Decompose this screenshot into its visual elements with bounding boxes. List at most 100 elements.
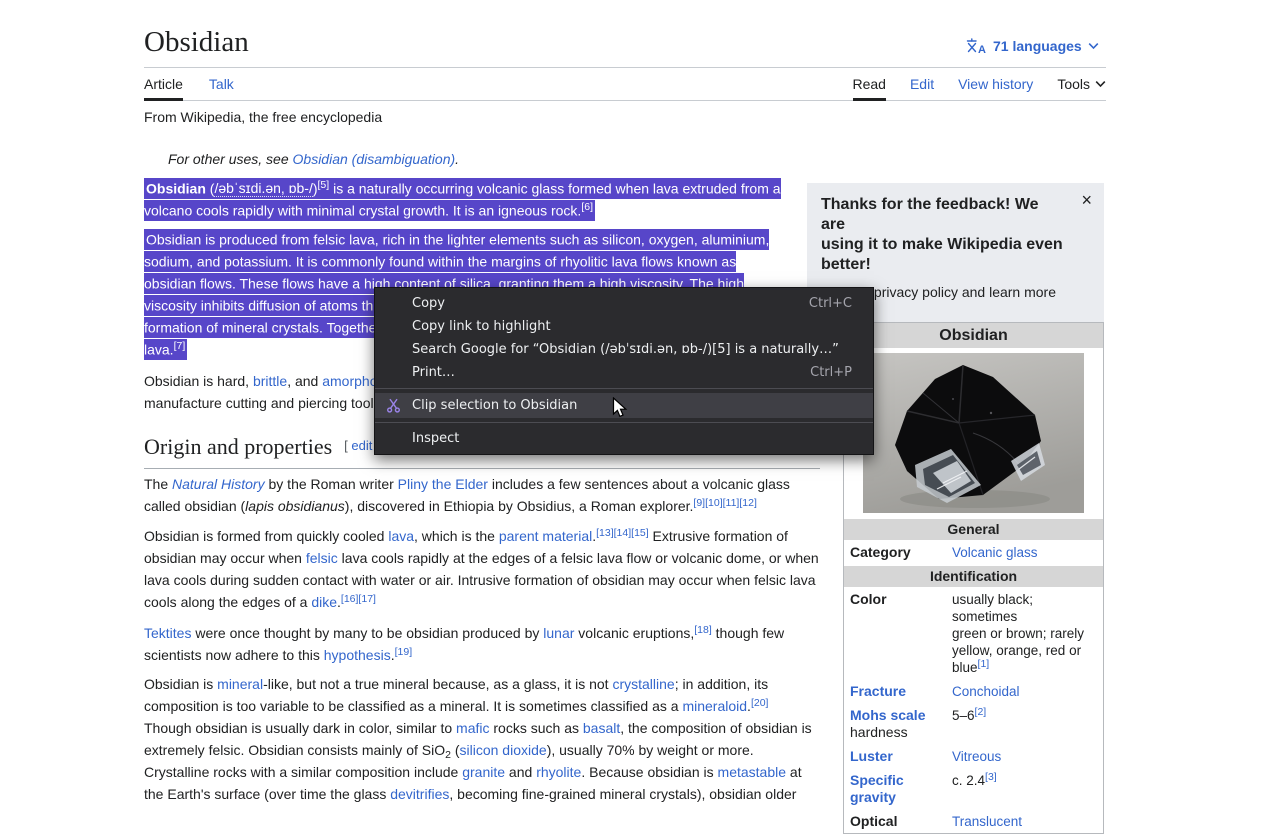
tab-read[interactable]: Read — [853, 68, 886, 100]
tab-bar: Article Talk Read Edit View history Tools — [144, 68, 1106, 101]
wiki-link[interactable]: Obsidian (disambiguation) — [293, 151, 456, 167]
reference-link[interactable]: [9][10][11][12] — [693, 497, 756, 509]
text-run: ( — [451, 742, 460, 758]
wiki-link[interactable]: Translucent — [952, 814, 1022, 829]
wiki-link[interactable]: silicon — [602, 231, 641, 247]
text-run: ; in addition, its — [675, 676, 768, 692]
infobox-row-luster: Luster Vitreous — [844, 744, 1103, 768]
reference-link[interactable]: [3] — [985, 771, 997, 783]
reference-link[interactable]: [18] — [694, 624, 712, 636]
reference-link[interactable]: [5] — [318, 179, 330, 191]
wiki-link[interactable]: granite — [462, 764, 505, 780]
infobox-label: Color — [850, 591, 948, 676]
text-run: , and — [287, 373, 322, 389]
wiki-link[interactable]: Vitreous — [952, 749, 1001, 764]
wiki-link[interactable]: Fracture — [850, 683, 906, 699]
text-run: composition is too variable to be classi… — [144, 698, 682, 714]
text-run: cools along the edges of a — [144, 594, 311, 610]
wiki-link[interactable]: igneous rock — [498, 202, 577, 218]
menu-item-copy[interactable]: CopyCtrl+C — [375, 292, 873, 315]
close-icon[interactable]: × — [1081, 191, 1092, 209]
obsidian-photo[interactable] — [863, 353, 1084, 513]
wiki-link[interactable]: hypothesis — [324, 647, 391, 663]
infobox-row-fracture: Fracture Conchoidal — [844, 679, 1103, 703]
wiki-link[interactable]: brittle — [253, 373, 287, 389]
text-run: . Because obsidian is — [581, 764, 717, 780]
wiki-link[interactable]: Volcanic glass — [952, 545, 1038, 560]
reference-link[interactable]: [7] — [174, 340, 186, 352]
tab-tools[interactable]: Tools — [1057, 68, 1106, 100]
menu-item-copy-link-to-highlight[interactable]: Copy link to highlight — [375, 315, 873, 338]
reference-link[interactable]: [1] — [978, 658, 990, 670]
wiki-link[interactable]: dike — [311, 594, 337, 610]
menu-item-print[interactable]: Print…Ctrl+P — [375, 361, 873, 384]
menu-item-search-google-for-obsidian-b-s-di-n-b-5-is-a-n[interactable]: Search Google for “Obsidian (/əbˈsɪdi.ən… — [375, 338, 873, 361]
wiki-link[interactable]: Conchoidal — [952, 684, 1020, 699]
menu-item-label: Copy link to highlight — [412, 319, 852, 334]
wiki-link[interactable]: Natural History — [172, 476, 265, 492]
wiki-link[interactable]: felsic — [313, 231, 345, 247]
wiki-link[interactable]: lunar — [543, 625, 574, 641]
text-run: ), discovered in Ethiopia by Obsidius, a… — [345, 498, 694, 514]
wiki-link[interactable]: Specific gravity — [850, 772, 904, 805]
feedback-title: Thanks for the feedback! We are using it… — [821, 195, 1065, 275]
wiki-link[interactable]: mafic — [456, 720, 489, 736]
wiki-link[interactable]: Tektites — [144, 625, 191, 641]
wiki-link[interactable]: oxygen — [649, 231, 694, 247]
wiki-link[interactable]: mineral — [217, 676, 263, 692]
tab-edit[interactable]: Edit — [910, 68, 934, 100]
text-run: obsidian may occur when — [144, 550, 306, 566]
infobox-value: usually black; sometimesgreen or brown; … — [952, 591, 1097, 676]
text-run: lava. — [144, 341, 174, 357]
wiki-link[interactable]: Pliny the Elder — [398, 476, 488, 492]
infobox-label: Luster — [850, 748, 948, 765]
infobox-value: Translucent — [952, 813, 1097, 830]
reference-link[interactable]: [16][17] — [341, 593, 376, 605]
text-run: , which is the — [414, 528, 499, 544]
tab-article[interactable]: Article — [144, 68, 183, 100]
text-run: Obsidian is formed from quickly cooled — [144, 528, 388, 544]
wiki-link[interactable]: Mohs scale — [850, 707, 925, 723]
text-run: c. 2.4 — [952, 773, 985, 788]
wiki-link[interactable]: rhyolite — [536, 764, 581, 780]
infobox-label: Fracture — [850, 683, 948, 700]
text-run: called obsidian ( — [144, 498, 245, 514]
reference-sup: [20] — [751, 697, 769, 709]
paragraph-tektites: Tektites were once thought by many to be… — [144, 622, 844, 666]
text-run: Obsidian is hard, — [144, 373, 253, 389]
text-run: , the composition of obsidian is — [620, 720, 811, 736]
menu-separator — [375, 422, 873, 423]
wiki-link[interactable]: crystalline — [612, 676, 674, 692]
wiki-link[interactable]: /əbˈsɪdi.ən, ɒb-/ — [214, 180, 312, 197]
tab-label: Edit — [910, 76, 934, 92]
wiki-link[interactable]: edit — [351, 438, 372, 453]
wiki-link[interactable]: mineraloid — [682, 698, 747, 714]
languages-button[interactable]: A 71 languages — [966, 38, 1099, 54]
tab-view-history[interactable]: View history — [958, 68, 1033, 100]
menu-item-inspect[interactable]: Inspect — [375, 427, 873, 450]
wiki-link[interactable]: lava — [388, 528, 414, 544]
selected-text[interactable]: Obsidian (/əbˈsɪdi.ən, ɒb-/)[5] is a nat… — [144, 178, 781, 221]
wiki-link[interactable]: Luster — [850, 748, 893, 764]
wiki-link[interactable]: aluminium — [702, 231, 766, 247]
wiki-link[interactable]: parent material — [499, 528, 592, 544]
infobox-row-mohs-scale: Mohs scale hardness5–6[2] — [844, 703, 1103, 744]
wiki-link[interactable]: felsic — [306, 550, 338, 566]
reference-link[interactable]: [19] — [395, 646, 413, 658]
wiki-link[interactable]: silicon dioxide — [460, 742, 547, 758]
reference-link[interactable]: [13][14][15] — [596, 527, 649, 539]
tab-talk[interactable]: Talk — [209, 68, 234, 100]
reference-link[interactable]: [2] — [975, 706, 987, 718]
wiki-link[interactable]: metastable — [718, 764, 786, 780]
reference-link[interactable]: [20] — [751, 697, 769, 709]
text-run: includes a few sentences about a volcani… — [488, 476, 790, 492]
wiki-link[interactable]: basalt — [583, 720, 620, 736]
text-run: The — [144, 476, 172, 492]
tab-label: Read — [853, 76, 886, 92]
wiki-link[interactable]: potassium — [224, 253, 288, 269]
wiki-link[interactable]: rhyolitic — [560, 253, 607, 269]
text-run: is a naturally occurring volcanic glass … — [329, 180, 780, 196]
languages-label: 71 languages — [993, 38, 1082, 54]
menu-shortcut: Ctrl+C — [809, 296, 852, 311]
reference-link[interactable]: [6] — [581, 201, 593, 213]
